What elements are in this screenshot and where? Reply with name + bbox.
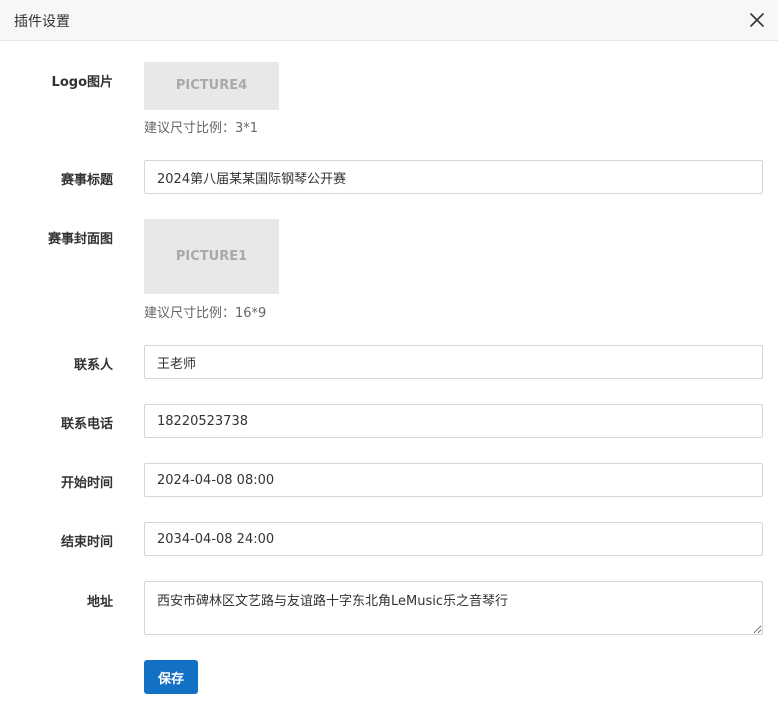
contact-input[interactable] (144, 345, 763, 379)
save-button[interactable]: 保存 (144, 660, 198, 694)
end-time-input[interactable] (144, 522, 763, 556)
logo-size-hint: 建议尺寸比例：3*1 (144, 121, 259, 136)
address-textarea[interactable]: 西安市碑林区文艺路与友谊路十字东北角LeMusic乐之音琴行 (144, 581, 763, 635)
contact-label: 联系人 (73, 358, 113, 373)
title-input[interactable] (144, 160, 763, 194)
close-icon[interactable] (748, 11, 766, 29)
cover-label: 赛事封面图 (47, 232, 113, 247)
start-time-input[interactable] (144, 463, 763, 497)
logo-picture[interactable]: PICTURE4 (144, 62, 279, 110)
phone-input[interactable] (144, 404, 763, 438)
title-label: 赛事标题 (60, 173, 113, 188)
phone-label: 联系电话 (60, 417, 113, 432)
end-time-label: 结束时间 (60, 535, 113, 550)
logo-label: Logo图片 (51, 75, 113, 90)
address-label: 地址 (86, 595, 113, 610)
cover-picture[interactable]: PICTURE1 (144, 219, 279, 294)
start-time-label: 开始时间 (60, 476, 113, 491)
dialog-title: 插件设置 (14, 14, 70, 30)
cover-size-hint: 建议尺寸比例：16*9 (144, 306, 267, 321)
dialog-header: 插件设置 (0, 0, 778, 41)
